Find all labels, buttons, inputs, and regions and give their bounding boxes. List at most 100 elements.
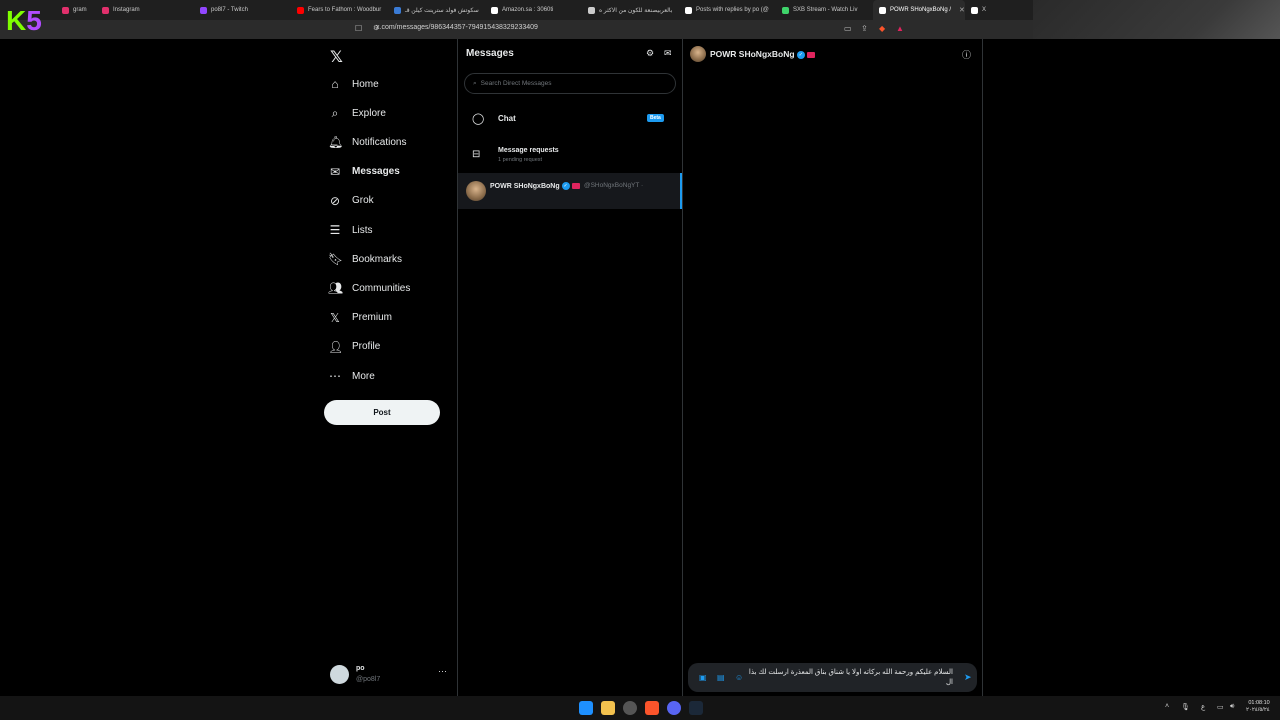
steam-icon[interactable]: [689, 701, 703, 715]
browser-tab[interactable]: سكوتش فولد سترينت كيلن قـ: [388, 0, 485, 20]
gif-icon[interactable]: ▤: [717, 673, 725, 682]
x-premium-icon: 𝕏: [330, 310, 340, 325]
flag-badge-icon: [806, 51, 815, 58]
post-button[interactable]: Post: [324, 400, 440, 425]
bookmark-star-icon[interactable]: ☐: [355, 24, 362, 33]
tab-label: POWR SHoNgxBoNg /: [890, 7, 952, 13]
account-name: po: [356, 665, 365, 672]
file-explorer-icon[interactable]: [601, 701, 615, 715]
tab-favicon-icon: [491, 6, 498, 14]
url-text[interactable]: x.com/messages/986344357-794915438329233…: [376, 24, 538, 31]
nav-item-lists[interactable]: ☰ Lists: [328, 220, 373, 240]
nav-item-label: Home: [352, 78, 379, 90]
system-clock[interactable]: 01:08:10 ٢٠٢٤/٥/٢٤: [1246, 700, 1270, 714]
mail-icon: ✉: [329, 164, 341, 179]
conversation-header-name[interactable]: POWR SHoNgxBoNg ✓: [710, 49, 815, 59]
brave-browser-icon[interactable]: [645, 701, 659, 715]
stream-logo: K5: [6, 4, 64, 38]
account-switcher[interactable]: po @po8l7 ···: [330, 664, 450, 686]
browser-tab[interactable]: POWR SHoNgxBoNg / ✕: [873, 0, 965, 20]
conversation-pane: POWR SHoNgxBoNg ✓ ⓘ ▣ ▤ ☺ السلام عليكم و…: [683, 39, 982, 696]
nav-item-notifications[interactable]: 🔔︎ Notifications: [328, 132, 406, 152]
chevron-up-icon[interactable]: ˄: [1165, 703, 1169, 710]
message-requests-label: Message requests: [498, 147, 559, 154]
discord-icon[interactable]: [667, 701, 681, 715]
x-app: 𝕏 ⌂ Home ⌕ Explore 🔔︎ Notifications ✉ Messages ⊘…: [0, 39, 1280, 696]
network-icon[interactable]: ▭: [1217, 703, 1224, 711]
nav-item-grok[interactable]: ⊘ Grok: [328, 191, 374, 211]
settings-gear-icon[interactable]: ⚙: [646, 48, 654, 59]
chat-bubble-icon: ◯: [472, 113, 485, 125]
message-composer[interactable]: ▣ ▤ ☺ السلام عليكم ورحمة الله بركاته اول…: [688, 663, 977, 692]
more-dots-icon[interactable]: ···: [438, 666, 447, 676]
info-icon[interactable]: ⓘ: [962, 48, 971, 61]
tab-label: بالعربيصنعة للكون من الاكثر ه: [599, 7, 673, 14]
nav-item-label: Grok: [352, 195, 374, 207]
x-logo-icon[interactable]: 𝕏: [330, 47, 343, 67]
tab-label: Fears to Fathom : Woodbur: [308, 7, 382, 13]
tab-label: gram: [73, 7, 87, 13]
os-taskbar: ˄ 🎙︎ ع ▭ 🔊︎ 01:08:10 ٢٠٢٤/٥/٢٤: [0, 696, 1280, 720]
verified-badge-icon: ✓: [561, 182, 570, 190]
tab-favicon-icon: [588, 6, 595, 14]
conversation-list-item[interactable]: POWR SHoNgxBoNg ✓ @SHoNgxBoNgYT ·: [458, 173, 682, 209]
chat-entry[interactable]: ◯ Chat Beta: [458, 107, 682, 131]
nav-item-profile[interactable]: 👤︎ Profile: [328, 337, 380, 357]
tab-favicon-icon: [971, 6, 978, 14]
person-icon: 👤︎: [328, 339, 344, 354]
logo-letter-k: K: [6, 5, 27, 36]
search-dm-input[interactable]: ⌕ Search Direct Messages: [464, 73, 676, 94]
volume-icon[interactable]: 🔊︎: [1230, 703, 1234, 711]
input-language[interactable]: ع: [1201, 703, 1205, 711]
browser-tab[interactable]: SXB Stream - Watch Liv: [776, 0, 873, 20]
brave-rewards-icon[interactable]: ▲: [896, 24, 904, 33]
message-requests-entry[interactable]: ⊟ Message requests 1 pending request: [458, 142, 682, 170]
brave-shield-icon[interactable]: ◆: [879, 24, 885, 33]
emoji-icon[interactable]: ☺: [735, 673, 743, 682]
communities-icon: 👥︎: [328, 281, 344, 296]
browser-tab[interactable]: Amazon.sa : 3060ti: [485, 0, 582, 20]
nav-item-more[interactable]: ⋯ More: [328, 366, 375, 386]
nav-item-messages[interactable]: ✉ Messages: [328, 162, 400, 182]
inbox-requests-icon: ⊟: [472, 149, 481, 160]
browser-tab[interactable]: Instagram: [96, 0, 194, 20]
image-icon[interactable]: ▣: [699, 673, 707, 682]
obs-icon[interactable]: [623, 701, 637, 715]
search-placeholder: Search Direct Messages: [480, 80, 552, 87]
browser-tab[interactable]: Fears to Fathom : Woodbur: [291, 0, 388, 20]
send-icon[interactable]: ➤: [964, 672, 972, 683]
nav-item-label: Explore: [352, 107, 386, 119]
tab-label: Amazon.sa : 3060ti: [502, 7, 554, 13]
browser-tab[interactable]: Posts with replies by po (@: [679, 0, 776, 20]
conversation-header-name-text: POWR SHoNgxBoNg: [710, 49, 795, 59]
share-icon[interactable]: ⇪: [861, 24, 868, 33]
tab-label: po8l7 - Twitch: [211, 7, 248, 13]
tab-favicon-icon: [685, 6, 692, 14]
avatar[interactable]: [690, 46, 706, 62]
tab-label: Instagram: [113, 7, 140, 13]
browser-tab[interactable]: بالعربيصنعة للكون من الاكثر ه: [582, 0, 679, 20]
nav-item-communities[interactable]: 👥︎ Communities: [328, 278, 410, 298]
nav-item-label: Notifications: [352, 136, 407, 148]
message-input[interactable]: السلام عليكم ورحمة الله بركاته اولا يا ش…: [748, 668, 953, 688]
chat-label: Chat: [498, 114, 516, 123]
cast-icon[interactable]: ▭: [844, 24, 852, 33]
nav-item-label: Bookmarks: [352, 253, 403, 265]
browser-tab[interactable]: po8l7 - Twitch: [194, 0, 291, 20]
nav-item-label: Premium: [352, 312, 393, 324]
bell-icon: 🔔︎: [328, 135, 344, 150]
list-icon: ☰: [329, 223, 341, 237]
nav-item-bookmarks[interactable]: 🔖︎ Bookmarks: [328, 249, 402, 269]
new-message-icon[interactable]: ✉: [664, 48, 672, 59]
browser-tab[interactable]: X: [965, 0, 995, 20]
microphone-icon[interactable]: 🎙︎: [1181, 703, 1190, 711]
verified-badge-icon: ✓: [796, 50, 805, 59]
messages-title: Messages: [466, 48, 514, 59]
nav-item-premium[interactable]: 𝕏 Premium: [328, 308, 392, 328]
nav-item-explore[interactable]: ⌕ Explore: [328, 103, 386, 123]
grok-icon: ⊘: [329, 193, 341, 208]
nav-item-home[interactable]: ⌂ Home: [328, 74, 379, 94]
logo-digit-5: 5: [26, 5, 42, 36]
windows-start-icon[interactable]: [579, 701, 593, 715]
account-handle: @po8l7: [356, 676, 381, 683]
